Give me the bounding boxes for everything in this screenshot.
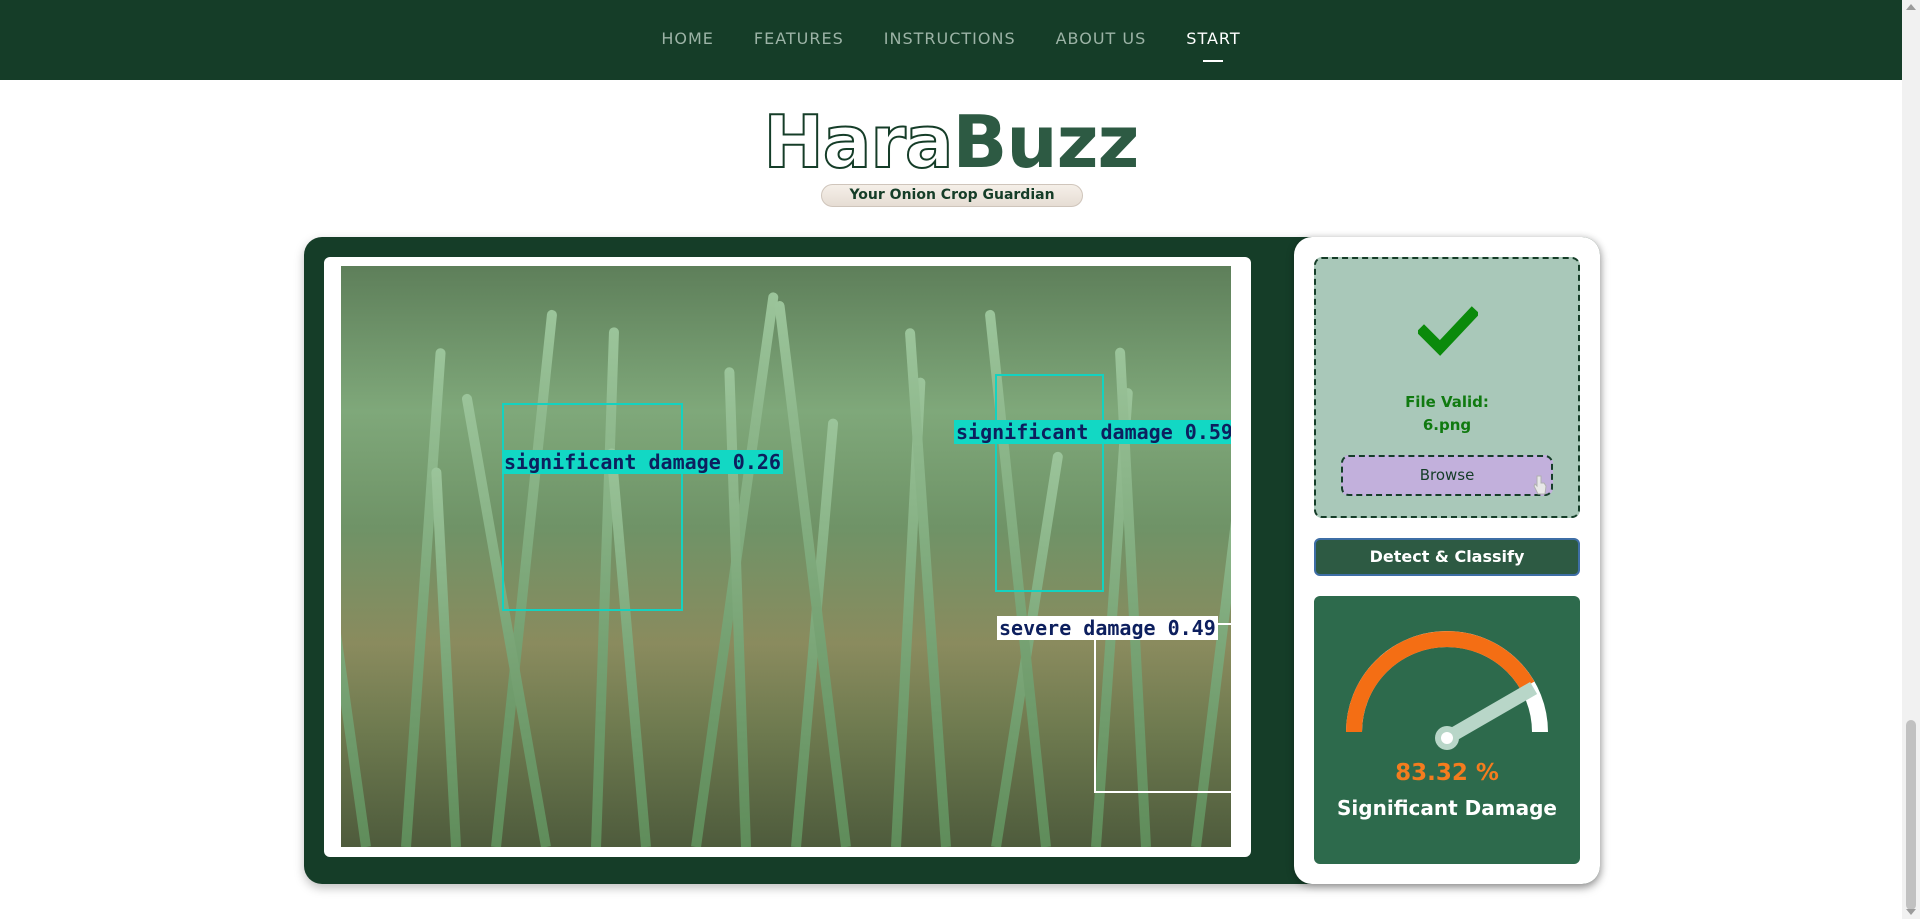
checkmark-icon	[1418, 306, 1478, 356]
file-name: 6.png	[1422, 416, 1472, 434]
browse-button[interactable]: Browse	[1341, 455, 1553, 496]
scroll-thumb[interactable]	[1906, 720, 1916, 910]
detection-result-image: significant damage 0.26 significant dama…	[341, 266, 1231, 847]
nav-home[interactable]: HOME	[661, 29, 714, 52]
damage-gauge	[1346, 631, 1548, 750]
pointer-cursor-icon	[1533, 475, 1547, 495]
gauge-pivot-center	[1441, 732, 1453, 744]
file-status-label: File Valid:	[1405, 393, 1489, 411]
detection-label-3: severe damage 0.49	[997, 616, 1218, 640]
detection-box-2	[995, 374, 1104, 592]
gauge-needle	[1443, 681, 1538, 745]
scroll-down-icon[interactable]	[1906, 909, 1916, 915]
detect-classify-button[interactable]: Detect & Classify	[1314, 538, 1580, 576]
detection-label-1: significant damage 0.26	[502, 450, 783, 474]
file-status: File Valid: 6.png	[1314, 391, 1580, 437]
detection-box-3	[1094, 623, 1231, 793]
nav-about-us[interactable]: ABOUT US	[1056, 29, 1147, 52]
scroll-up-icon[interactable]	[1906, 4, 1916, 10]
nav-start[interactable]: START	[1186, 29, 1240, 52]
gauge-fill-arc	[1346, 631, 1535, 733]
page-scrollbar[interactable]	[1902, 0, 1920, 919]
logo-buzz: Buzz	[952, 100, 1139, 184]
detection-label-2: significant damage 0.59	[954, 420, 1231, 444]
damage-percent: 83.32 %	[1395, 760, 1499, 786]
damage-class-label: Significant Damage	[1337, 796, 1557, 820]
brand-logo: HaraBuzz	[0, 100, 1902, 184]
detection-box-1	[502, 403, 683, 611]
tagline-badge: Your Onion Crop Guardian	[821, 184, 1083, 207]
logo-hara: Hara	[763, 100, 955, 184]
nav-features[interactable]: FEATURES	[754, 29, 844, 52]
top-navbar: HOME FEATURES INSTRUCTIONS ABOUT US STAR…	[0, 0, 1902, 80]
nav-instructions[interactable]: INSTRUCTIONS	[884, 29, 1016, 52]
